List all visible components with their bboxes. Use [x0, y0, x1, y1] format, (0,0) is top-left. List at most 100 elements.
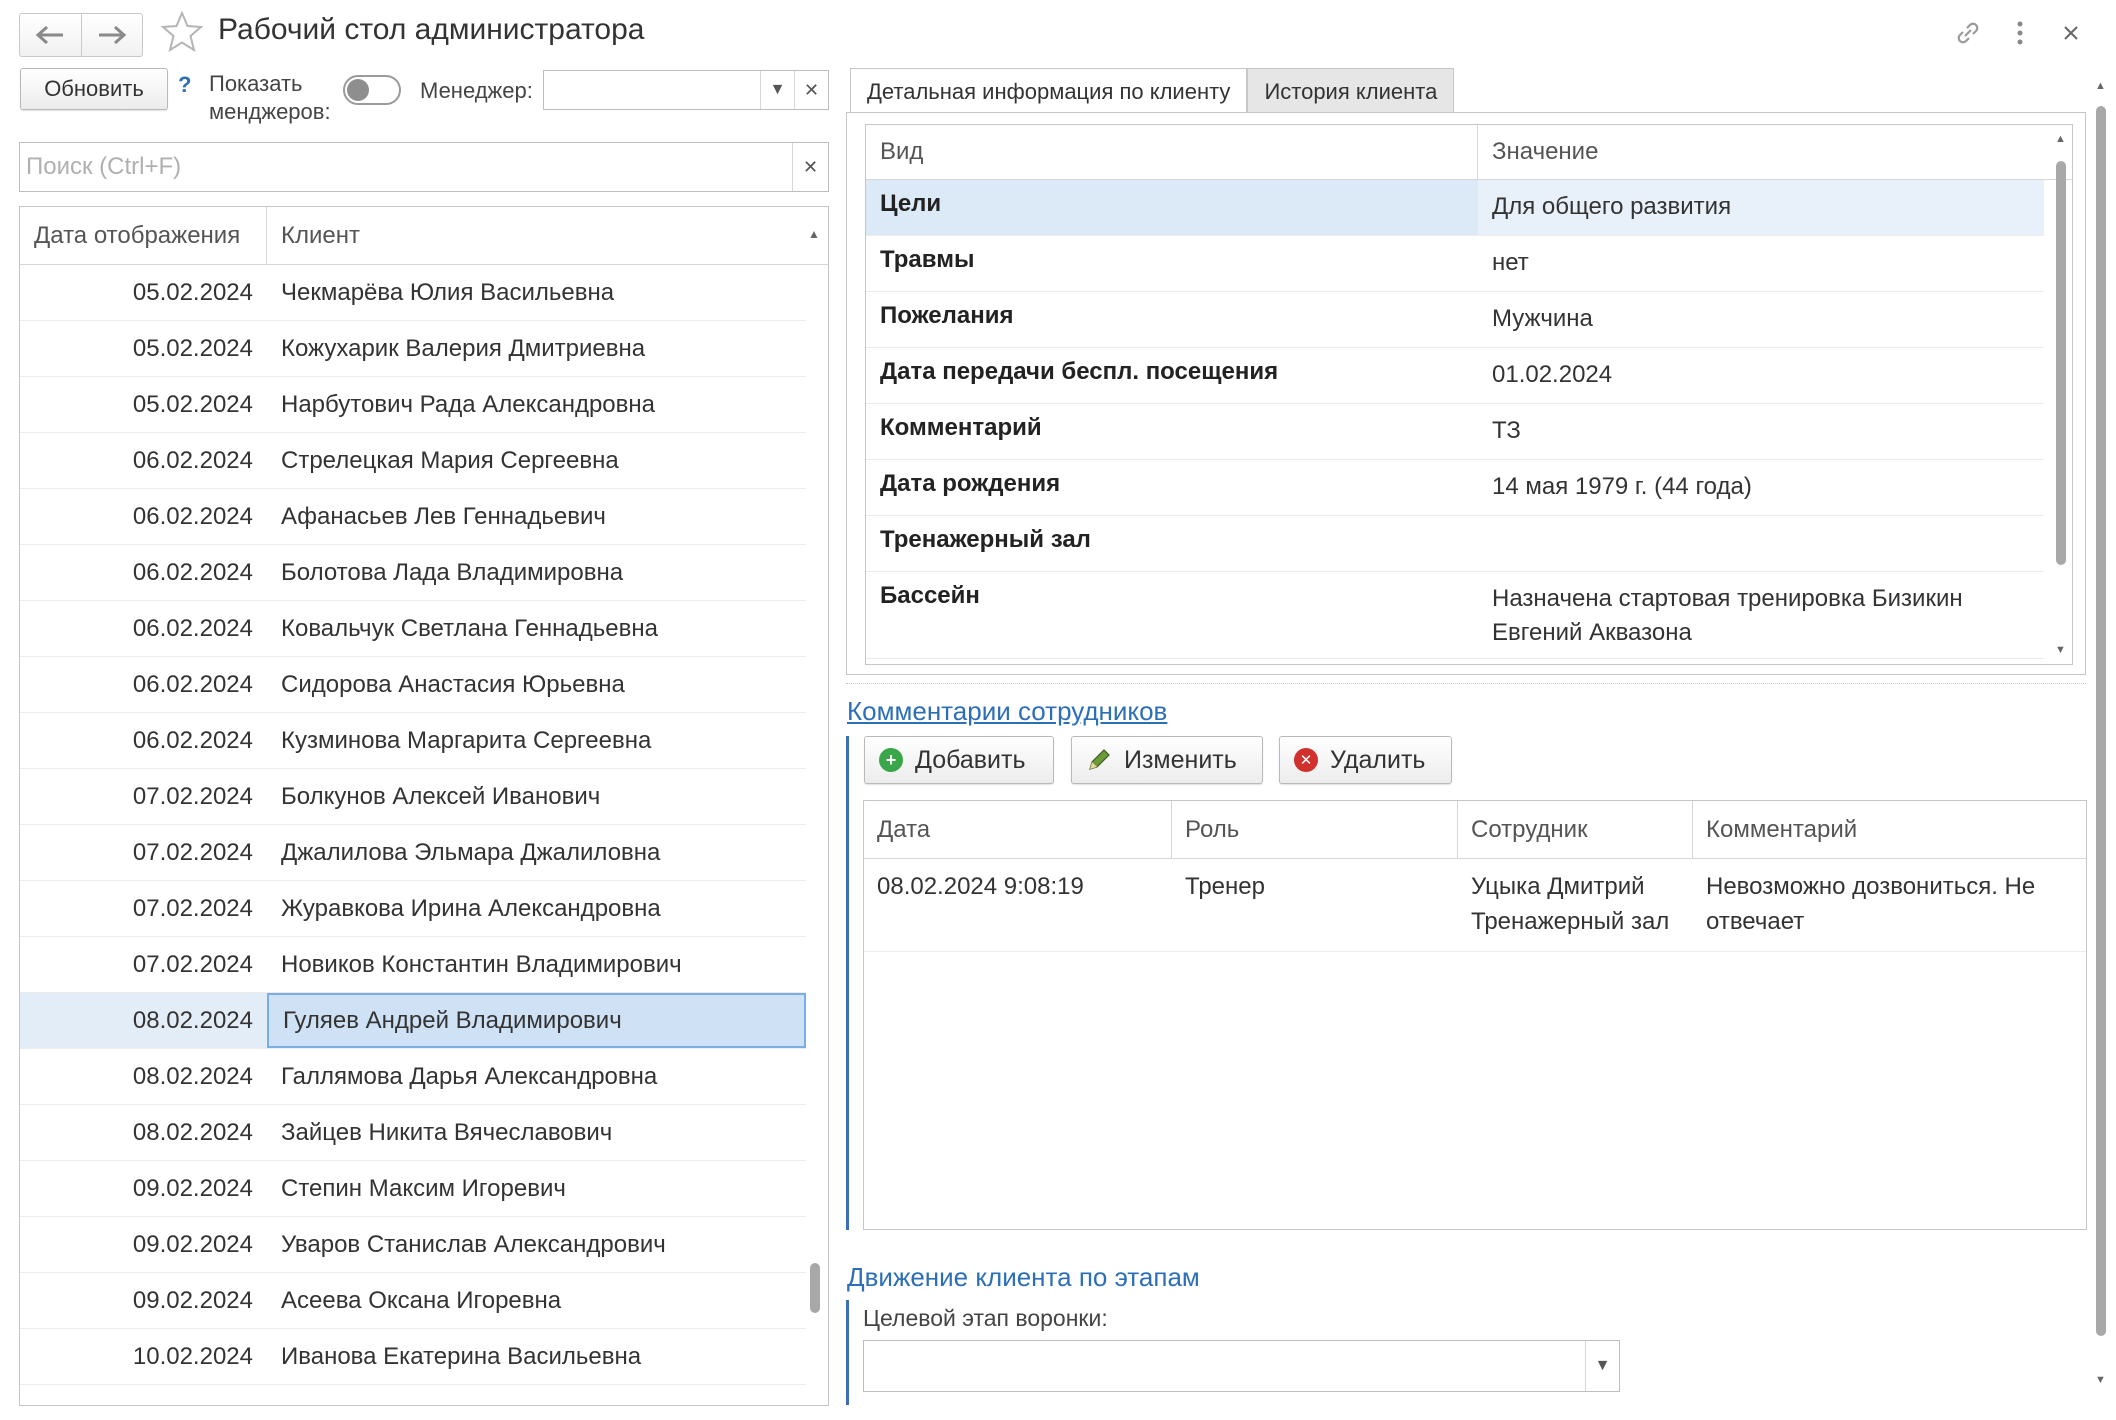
clients-scrollbar[interactable]: ▲ — [808, 227, 820, 1395]
scroll-down-icon[interactable]: ▼ — [2055, 644, 2066, 656]
manager-value[interactable] — [544, 71, 760, 109]
table-row[interactable]: Пожелания Мужчина — [866, 292, 2044, 348]
target-stage-dropdown-button[interactable]: ▼ — [1585, 1341, 1619, 1391]
forward-button[interactable] — [80, 14, 143, 56]
client-name: Кузминова Маргарита Сергеевна — [281, 726, 652, 754]
client-date: 05.02.2024 — [132, 334, 253, 362]
delete-comment-label: Удалить — [1330, 745, 1426, 774]
scrollbar-thumb[interactable] — [810, 1263, 820, 1313]
table-row[interactable]: 08.02.2024 Зайцев Никита Вячеславович — [20, 1105, 806, 1161]
client-date: 08.02.2024 — [132, 1006, 253, 1034]
manager-label: Менеджер: — [420, 78, 533, 103]
table-row[interactable]: Травмы нет — [866, 236, 2044, 292]
nav-buttons — [19, 13, 143, 57]
column-header-date[interactable]: Дата отображения — [20, 207, 267, 264]
scrollbar-thumb[interactable] — [2096, 106, 2106, 1336]
column-header-date[interactable]: Дата — [864, 801, 1172, 858]
back-button[interactable] — [20, 14, 81, 56]
stages-section-title[interactable]: Движение клиента по этапам — [847, 1262, 1200, 1293]
table-row[interactable]: 09.02.2024 Асеева Оксана Игоревна — [20, 1273, 806, 1329]
client-name: Асеева Оксана Игоревна — [281, 1286, 562, 1314]
table-row[interactable]: 05.02.2024 Чекмарёва Юлия Васильевна — [20, 265, 806, 321]
favorite-button[interactable] — [160, 10, 204, 54]
client-date: 08.02.2024 — [132, 1062, 253, 1090]
manager-clear-button[interactable]: ✕ — [794, 71, 828, 109]
column-header-comment[interactable]: Комментарий — [1693, 801, 2086, 858]
comments-section-title[interactable]: Комментарии сотрудников — [847, 696, 1167, 727]
comments-section-rail — [846, 736, 849, 1230]
table-row[interactable]: Комментарий ТЗ — [866, 404, 2044, 460]
more-menu-button[interactable] — [2003, 16, 2037, 50]
delete-comment-button[interactable]: ✕ Удалить — [1279, 736, 1452, 784]
table-row[interactable]: Тренажерный зал — [866, 516, 2044, 572]
table-row[interactable]: 08.02.2024 9:08:19 Тренер Уцыка Дмитрий … — [864, 859, 2086, 952]
scroll-up-icon[interactable]: ▲ — [2095, 80, 2106, 92]
client-date: 05.02.2024 — [132, 278, 253, 306]
table-row[interactable]: 06.02.2024 Болотова Лада Владимировна — [20, 545, 806, 601]
search-clear-button[interactable]: ✕ — [792, 143, 828, 191]
column-header-kind[interactable]: Вид — [866, 125, 1478, 179]
close-icon: ✕ — [802, 156, 819, 177]
table-row[interactable]: 08.02.2024 Галлямова Дарья Александровна — [20, 1049, 806, 1105]
client-date: 06.02.2024 — [132, 726, 253, 754]
manager-dropdown-button[interactable]: ▼ — [760, 71, 794, 109]
add-comment-button[interactable]: + Добавить — [864, 736, 1054, 784]
table-row[interactable]: 10.02.2024 Иванова Екатерина Васильевна — [20, 1329, 806, 1385]
delete-circle-icon: ✕ — [1294, 748, 1318, 772]
table-row[interactable]: 09.02.2024 Уваров Станислав Александрович — [20, 1217, 806, 1273]
table-row[interactable]: 07.02.2024 Журавкова Ирина Александровна — [20, 881, 806, 937]
stages-section-rail — [846, 1300, 849, 1405]
edit-comment-button[interactable]: Изменить — [1071, 736, 1263, 784]
search-input[interactable] — [20, 143, 792, 191]
scroll-up-icon[interactable]: ▲ — [808, 227, 820, 241]
scrollbar-thumb[interactable] — [2056, 161, 2066, 565]
column-header-employee[interactable]: Сотрудник — [1458, 801, 1693, 858]
table-row[interactable]: 08.02.2024 Гуляев Андрей Владимирович — [20, 993, 806, 1049]
column-header-value[interactable]: Значение — [1478, 125, 1598, 179]
link-button[interactable] — [1951, 16, 1985, 50]
table-row[interactable]: Дата передачи беспл. посещения 01.02.2024 — [866, 348, 2044, 404]
table-row[interactable]: 09.02.2024 Степин Максим Игоревич — [20, 1161, 806, 1217]
target-stage-field[interactable]: ▼ — [863, 1340, 1620, 1392]
table-row[interactable]: 07.02.2024 Новиков Константин Владимирови… — [20, 937, 806, 993]
target-stage-label: Целевой этап воронки: — [863, 1305, 1108, 1331]
client-date: 09.02.2024 — [132, 1174, 253, 1202]
table-row[interactable]: 05.02.2024 Нарбутович Рада Александровна — [20, 377, 806, 433]
chevron-down-icon: ▼ — [1594, 1357, 1611, 1374]
table-row[interactable]: 06.02.2024 Сидорова Анастасия Юрьевна — [20, 657, 806, 713]
table-row[interactable]: 06.02.2024 Ковальчук Светлана Геннадьевна — [20, 601, 806, 657]
page-scrollbar[interactable]: ▲ ▼ — [2094, 80, 2108, 1386]
detail-key: Дата передачи беспл. посещения — [880, 358, 1279, 385]
scroll-down-icon[interactable]: ▼ — [2095, 1374, 2106, 1386]
client-name: Болкунов Алексей Иванович — [281, 782, 601, 810]
table-row[interactable]: Дата рождения 14 мая 1979 г. (44 года) — [866, 460, 2044, 516]
refresh-button[interactable]: Обновить — [20, 68, 168, 110]
tab-client-details[interactable]: Детальная информация по клиенту — [850, 68, 1248, 114]
help-link[interactable]: ? — [178, 72, 191, 98]
table-row[interactable]: Цели Для общего развития — [866, 180, 2044, 236]
close-button[interactable] — [2054, 16, 2088, 50]
table-row[interactable]: 06.02.2024 Стрелецкая Мария Сергеевна — [20, 433, 806, 489]
detail-value: Назначена стартовая тренировка Бизикин Е… — [1492, 585, 1963, 646]
table-row[interactable]: 06.02.2024 Кузминова Маргарита Сергеевна — [20, 713, 806, 769]
toggle-knob — [347, 79, 369, 101]
target-stage-value[interactable] — [864, 1341, 1585, 1391]
show-managers-toggle[interactable] — [343, 75, 401, 105]
details-scrollbar[interactable]: ▲ ▼ — [2054, 125, 2066, 664]
table-row[interactable]: Бассейн Назначена стартовая тренировка Би… — [866, 572, 2044, 659]
comments-table-header: Дата Роль Сотрудник Комментарий — [864, 801, 2086, 859]
detail-key: Дата рождения — [880, 470, 1061, 497]
column-header-client[interactable]: Клиент — [267, 207, 360, 264]
table-row[interactable]: 06.02.2024 Афанасьев Лев Геннадьевич — [20, 489, 806, 545]
client-name: Зайцев Никита Вячеславович — [281, 1118, 613, 1146]
client-name: Новиков Константин Владимирович — [281, 950, 682, 978]
tab-client-history[interactable]: История клиента — [1247, 68, 1455, 114]
scroll-up-icon[interactable]: ▲ — [2055, 133, 2066, 145]
client-name: Кожухарик Валерия Дмитриевна — [281, 334, 646, 362]
column-header-role[interactable]: Роль — [1172, 801, 1458, 858]
table-row[interactable]: 05.02.2024 Кожухарик Валерия Дмитриевна — [20, 321, 806, 377]
manager-field[interactable]: ▼ ✕ — [543, 70, 829, 110]
show-managers-label: Показать менджеров: — [209, 71, 331, 124]
table-row[interactable]: 07.02.2024 Джалилова Эльмара Джалиловна — [20, 825, 806, 881]
table-row[interactable]: 07.02.2024 Болкунов Алексей Иванович — [20, 769, 806, 825]
